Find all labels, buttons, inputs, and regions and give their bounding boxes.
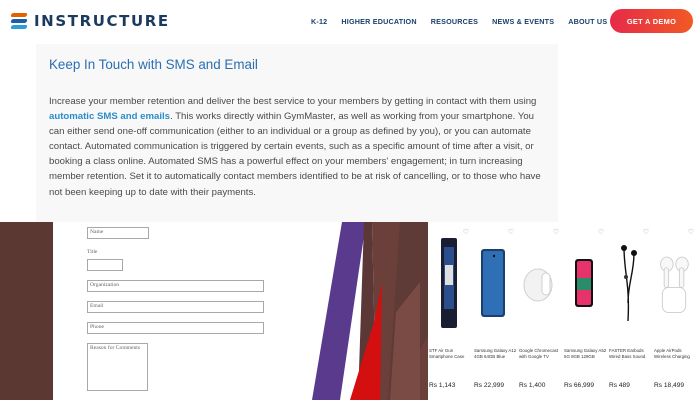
heart-outline-icon[interactable]: ♡ <box>553 228 559 236</box>
product-price: Rs 1,400 <box>519 382 546 389</box>
product-image-samsung-a12 <box>477 242 511 324</box>
product-name: Samsung Galaxy A52 5G 8GB 128GB Awesome <box>564 348 607 360</box>
panel-title: Keep In Touch with SMS and Email <box>49 57 258 72</box>
instructure-logo-icon <box>10 12 28 30</box>
body-text-rest: . This works directly within GymMaster, … <box>49 111 541 198</box>
product-price: Rs 489 <box>609 382 630 389</box>
nav-link-news-events[interactable]: NEWS & EVENTS <box>492 17 554 26</box>
product-name: Google Chromecast with Google TV <box>519 348 559 359</box>
contact-form: Name Title Organization Email Phone Reas… <box>53 222 310 400</box>
product-card[interactable]: ♡ Apple AirPods Wireless Charging Case R… <box>653 222 697 400</box>
product-price: Rs 66,999 <box>564 382 595 389</box>
heart-outline-icon[interactable]: ♡ <box>463 228 469 236</box>
product-name: STF Air Gun Smartphone Case 4GB 64GB Spa… <box>429 348 465 360</box>
product-name: Apple AirPods Wireless Charging Case <box>654 348 690 360</box>
product-card[interactable]: ♡ Samsung Galaxy A52 5G 8GB 128GB Awesom… <box>563 222 607 400</box>
sms-email-panel: Keep In Touch with SMS and Email Increas… <box>36 44 558 222</box>
site-header: INSTRUCTURE K-12 HIGHER EDUCATION RESOUR… <box>0 0 700 44</box>
product-price: Rs 22,999 <box>474 382 505 389</box>
email-field[interactable]: Email <box>87 301 264 313</box>
nav-link-higher-education[interactable]: HIGHER EDUCATION <box>341 17 416 26</box>
product-image-earphones <box>612 242 646 324</box>
title-field[interactable] <box>87 259 123 271</box>
product-image-samsung-a52 <box>567 242 601 324</box>
product-price: Rs 18,499 <box>654 382 685 389</box>
title-label: Title <box>87 249 98 255</box>
product-name: FASTER Earbuds Wired Bass Sound Headphon… <box>609 348 646 360</box>
name-field[interactable]: Name <box>87 227 149 239</box>
abstract-art-image <box>300 222 430 400</box>
product-image-chromecast <box>522 242 556 324</box>
panel-body: Increase your member retention and deliv… <box>49 94 549 200</box>
heart-outline-icon[interactable]: ♡ <box>688 228 694 236</box>
product-price: Rs 1,143 <box>429 382 456 389</box>
product-card[interactable]: ♡ STF Air Gun Smartphone Case 4GB 64GB S… <box>428 222 472 400</box>
product-card[interactable]: ♡ FASTER Earbuds Wired Bass Sound Headph… <box>608 222 652 400</box>
automatic-sms-link[interactable]: automatic SMS and emails <box>49 111 170 122</box>
phone-field[interactable]: Phone <box>87 322 264 334</box>
logo-text: INSTRUCTURE <box>34 12 170 30</box>
heart-outline-icon[interactable]: ♡ <box>598 228 604 236</box>
nav-link-about-us[interactable]: ABOUT US <box>568 17 607 26</box>
product-card[interactable]: ♡ Samsung Galaxy A12 4GB 64GB Blue Varia… <box>473 222 517 400</box>
nav-link-resources[interactable]: RESOURCES <box>431 17 478 26</box>
main-nav: K-12 HIGHER EDUCATION RESOURCES NEWS & E… <box>311 17 621 26</box>
product-listing: ♡ STF Air Gun Smartphone Case 4GB 64GB S… <box>428 222 700 400</box>
brand-logo[interactable]: INSTRUCTURE <box>10 12 170 30</box>
dark-image-block <box>0 222 53 400</box>
product-card[interactable]: ♡ Google Chromecast with Google TV Rs 1,… <box>518 222 562 400</box>
comments-textarea[interactable]: Reason for Comments <box>87 343 148 391</box>
heart-outline-icon[interactable]: ♡ <box>643 228 649 236</box>
screenshot-root: INSTRUCTURE K-12 HIGHER EDUCATION RESOUR… <box>0 0 700 400</box>
image-collage: Name Title Organization Email Phone Reas… <box>0 222 700 400</box>
nav-link-k12[interactable]: K-12 <box>311 17 327 26</box>
product-name: Samsung Galaxy A12 4GB 64GB Blue Variant <box>474 348 517 360</box>
body-text-intro: Increase your member retention and deliv… <box>49 96 537 107</box>
heart-outline-icon[interactable]: ♡ <box>508 228 514 236</box>
get-demo-button[interactable]: GET A DEMO <box>610 9 693 33</box>
abstract-shapes <box>312 222 430 400</box>
organization-field[interactable]: Organization <box>87 280 264 292</box>
product-image-phone-case <box>432 238 466 328</box>
product-image-airpods <box>657 242 691 324</box>
